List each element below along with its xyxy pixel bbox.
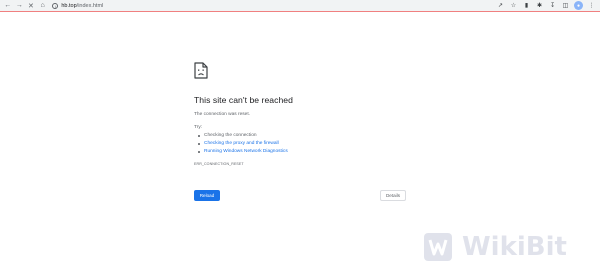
stop-button[interactable]: ✕ [25,0,37,12]
browser-toolbar: ← → ✕ ⌂ i hb.top/index.html ↗ ☆ ▮ ✱ ↧ ◫ … [0,0,600,12]
error-code: ERR_CONNECTION_RESET [194,162,244,166]
error-buttons: Reload Details [194,190,406,202]
home-button[interactable]: ⌂ [37,0,49,12]
wikibit-logo-icon [424,233,452,261]
error-title: This site can't be reached [194,95,293,105]
download-icon[interactable]: ↧ [548,1,557,10]
back-button[interactable]: ← [2,0,14,12]
watermark-logo: WikiBit [420,222,600,272]
suggestion-proxy-firewall: Checking the proxy and the firewall [198,140,406,148]
star-icon[interactable]: ☆ [509,1,518,10]
reload-button[interactable]: Reload [194,190,220,201]
url-text: hb.top/index.html [61,3,103,9]
sidepanel-icon[interactable]: ◫ [561,1,570,10]
network-diagnostics-link[interactable]: Running Windows Network Diagnostics [204,149,288,154]
sad-document-icon [194,62,208,79]
share-icon[interactable]: ↗ [496,1,505,10]
toolbar-actions: ↗ ☆ ▮ ✱ ↧ ◫ ● ⋮ [492,1,600,10]
forward-button[interactable]: → [14,0,26,12]
error-summary: The connection was reset. [194,112,250,117]
suggestion-network-diagnostics: Running Windows Network Diagnostics [198,148,406,156]
puzzle-icon[interactable]: ✱ [535,1,544,10]
url-path: /index.html [76,2,104,9]
suggestion-check-connection: Checking the connection [198,132,406,140]
proxy-firewall-link[interactable]: Checking the proxy and the firewall [204,141,279,146]
try-label: Try: [194,125,203,130]
profile-icon[interactable]: ● [574,1,583,10]
suggestion-list: Checking the connection Checking the pro… [194,132,406,156]
details-button[interactable]: Details [380,190,406,201]
info-icon[interactable]: i [52,2,59,9]
url-host: hb.top [61,2,77,9]
error-page: This site can't be reached The connectio… [194,62,406,166]
watermark-text: WikiBit [462,232,567,262]
extension-icon[interactable]: ▮ [522,1,531,10]
menu-icon[interactable]: ⋮ [587,1,596,10]
address-bar[interactable]: i hb.top/index.html [52,1,492,10]
